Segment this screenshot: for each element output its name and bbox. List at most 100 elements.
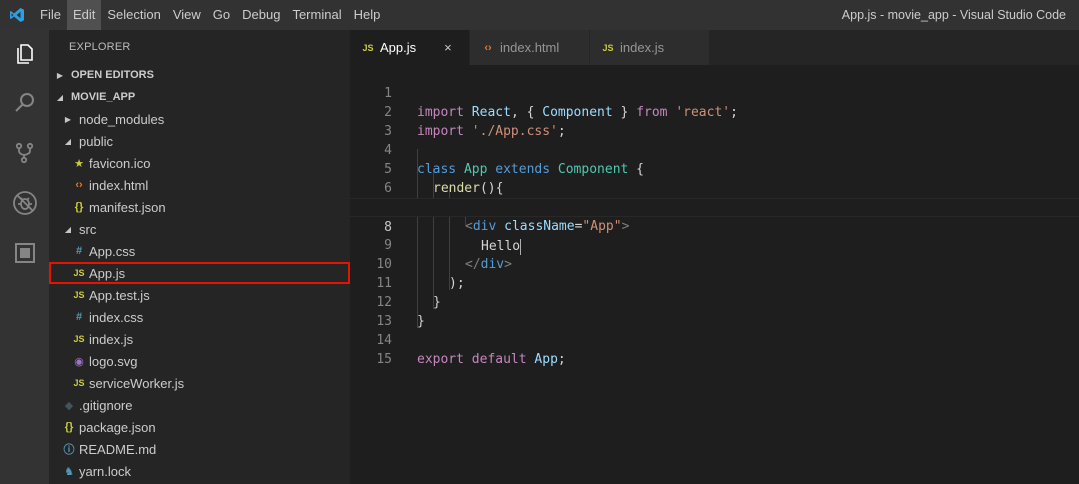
chevron-down-icon: ◢ [56,92,64,102]
tree-item-gitignore[interactable]: ◆ .gitignore [49,394,350,416]
search-icon[interactable] [0,81,49,125]
code-line: 15 [350,331,1079,367]
json-file-icon: {} [64,421,74,433]
code-line: 7 <div className="App"> [350,179,1079,234]
tab-label: index.js [620,40,665,55]
vscode-logo-icon [0,0,34,30]
chevron-down-icon: ◢ [64,224,72,234]
explorer-sidebar: EXPLORER ▶ OPEN EDITORS ◢ MOVIE_APP ▶ no… [49,30,350,484]
debug-icon[interactable] [0,181,49,225]
tree-item-package-json[interactable]: {} package.json [49,416,350,438]
tree-item-index-css[interactable]: # index.css [49,306,350,328]
tab-label: App.js [380,40,417,55]
menu-file[interactable]: File [34,0,67,30]
title-bar: File Edit Selection View Go Debug Termin… [0,0,1079,30]
chevron-right-icon: ▶ [64,114,72,124]
tree-item-app-js[interactable]: JS App.js [49,262,350,284]
section-label: MOVIE_APP [71,91,136,103]
tree-item-public[interactable]: ◢ public [49,130,350,152]
html-file-icon: ‹› [484,41,492,54]
token: export [417,352,464,367]
menu-selection[interactable]: Selection [101,0,166,30]
activity-bar [0,30,49,484]
code-line: 5 render(){ [350,141,1079,196]
tree-item-label: README.md [79,441,157,457]
tree-item-label: logo.svg [89,353,138,369]
tree-item-favicon[interactable]: ★ favicon.ico [49,152,350,174]
tree-item-service-worker[interactable]: JS serviceWorker.js [49,372,350,394]
line-number: 15 [376,352,392,367]
open-editors-section[interactable]: ▶ OPEN EDITORS [49,64,350,86]
menu-help[interactable]: Help [348,0,387,30]
info-file-icon: ⓘ [63,444,75,456]
menu-terminal[interactable]: Terminal [286,0,347,30]
js-file-icon: JS [73,334,85,344]
star-icon: ★ [74,157,84,170]
explorer-icon[interactable] [0,32,49,76]
code-line-current: 8 Hello [350,198,1079,255]
tab-app-js[interactable]: JS App.js × [350,30,470,65]
js-file-icon: JS [73,378,85,388]
code-line: 3 [350,103,1079,139]
tree-item-label: package.json [79,419,156,435]
tree-item-label: yarn.lock [79,463,132,479]
code-line: 4 class App extends Component { [350,122,1079,177]
tree-item-label: public [79,133,113,149]
token: App [526,352,558,367]
tab-index-js[interactable]: JS index.js [590,30,710,65]
tree-item-label: index.css [89,309,144,325]
code-line: 12 } [350,274,1079,329]
tree-item-label: index.js [89,331,134,347]
tree-item-index-js[interactable]: JS index.js [49,328,350,350]
menu-go[interactable]: Go [207,0,236,30]
code-line: 6 return ( [350,160,1079,215]
tree-item-label: App.js [89,265,126,281]
source-control-icon[interactable] [0,131,49,175]
js-file-icon: JS [73,268,85,278]
js-file-icon: JS [362,42,374,53]
html-file-icon: ‹› [75,179,83,191]
tree-item-app-test-js[interactable]: JS App.test.js [49,284,350,306]
menu-bar: File Edit Selection View Go Debug Termin… [34,0,386,30]
tree-item-label: serviceWorker.js [89,375,185,391]
tree-item-label: src [79,221,97,237]
tree-item-src[interactable]: ◢ src [49,218,350,240]
tree-item-readme[interactable]: ⓘ README.md [49,438,350,460]
code-line: 10 ); [350,236,1079,291]
menu-edit[interactable]: Edit [66,0,102,30]
tree-item-manifest[interactable]: {} manifest.json [49,196,350,218]
tree-item-index-html[interactable]: ‹› index.html [49,174,350,196]
code-line: 11 } [350,255,1079,310]
tree-item-label: favicon.ico [89,155,151,171]
css-file-icon: # [75,245,83,257]
tab-label: index.html [500,40,560,55]
section-label: OPEN EDITORS [71,69,154,81]
tree-item-app-css[interactable]: # App.css [49,240,350,262]
project-section[interactable]: ◢ MOVIE_APP [49,86,350,108]
svg-file-icon: ◉ [74,355,84,368]
code-line: 2 import './App.css'; [350,84,1079,139]
tree-item-label: App.css [89,243,136,259]
tree-item-node-modules[interactable]: ▶ node_modules [49,108,350,130]
js-file-icon: JS [73,290,85,300]
tree-item-yarn-lock[interactable]: ♞ yarn.lock [49,460,350,482]
window-title: App.js - movie_app - Visual Studio Code [841,8,1066,22]
code-text: export default App; [417,350,566,369]
tab-index-html[interactable]: ‹› index.html [470,30,590,65]
extensions-icon[interactable] [0,231,49,275]
close-icon[interactable]: × [444,40,452,55]
code-line: 14 export default App; [350,312,1079,367]
tree-item-label: node_modules [79,111,165,127]
css-file-icon: # [75,311,83,323]
code-editor[interactable]: 1 import React, { Component } from 'reac… [350,65,1079,484]
menu-debug[interactable]: Debug [236,0,286,30]
code-line: 9 </div> [350,217,1079,272]
editor-tab-bar: JS App.js × ‹› index.html JS index.js [350,30,1079,65]
git-file-icon: ◆ [64,399,74,412]
tree-item-logo-svg[interactable]: ◉ logo.svg [49,350,350,372]
menu-view[interactable]: View [167,0,207,30]
js-file-icon: JS [602,42,614,53]
json-file-icon: {} [74,201,84,213]
explorer-title: EXPLORER [69,41,131,53]
chevron-right-icon: ▶ [56,70,64,80]
